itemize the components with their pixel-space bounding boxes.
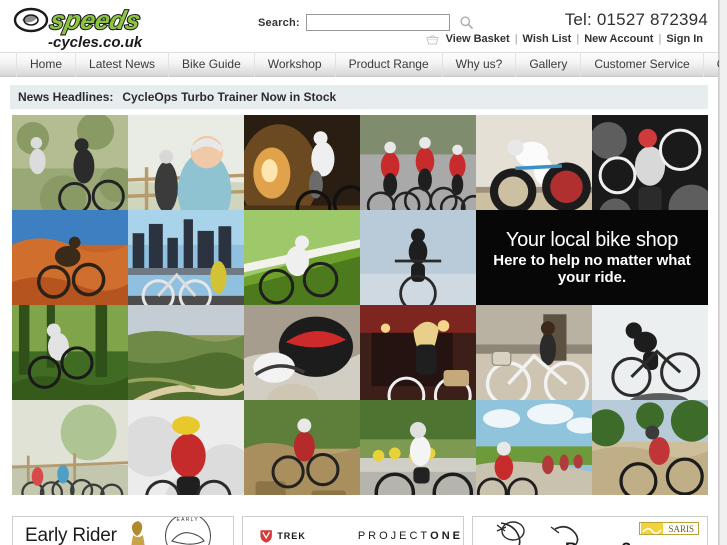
basket-icon <box>426 34 439 45</box>
banner-line-3: your ride. <box>557 269 627 286</box>
nav-item-home[interactable]: Home <box>16 52 77 77</box>
desert-mtb-photo <box>12 210 128 305</box>
road-race-team-photo <box>360 115 476 210</box>
city-commuter-photo <box>128 210 244 305</box>
magnifier-icon <box>460 16 473 30</box>
mosaic-tile[interactable] <box>476 305 592 400</box>
nav-item-product-range[interactable]: Product Range <box>336 52 443 77</box>
link-view-basket[interactable]: View Basket <box>441 33 515 45</box>
roundel-horse-icon <box>170 532 205 545</box>
main-navigation: Home Latest News Bike Guide Workshop Pro… <box>0 52 727 77</box>
saris-logo: SARIS <box>639 522 699 535</box>
banner-line-1: Your local bike shop <box>505 229 679 251</box>
basket-icon-glyph <box>426 34 439 44</box>
nav-item-customer-service[interactable]: Customer Service <box>581 52 704 77</box>
project-one-wordmark: PROJECTONE <box>357 530 463 542</box>
roundel-top-text: EARLY <box>176 517 200 523</box>
nav-item-gallery[interactable]: Gallery <box>516 52 582 77</box>
mosaic-tile[interactable] <box>128 400 244 495</box>
misty-lane-group-photo <box>12 400 128 495</box>
nav-item-bike-guide[interactable]: Bike Guide <box>169 52 255 77</box>
mosaic-tile[interactable] <box>128 210 244 305</box>
tunnel-rider-photo <box>244 115 360 210</box>
early-rider-roundel: EARLY RIDER <box>164 517 211 545</box>
news-headline-bar: News Headlines: CycleOps Turbo Trainer N… <box>10 85 708 109</box>
bike-rack-illustration-icon <box>496 521 525 545</box>
step-through-bike-photo <box>476 305 592 400</box>
link-sign-in[interactable]: Sign In <box>661 33 708 45</box>
green-hillside-road-photo <box>128 305 244 400</box>
brand-logo-strip: Early Rider EARLY RIDER <box>12 516 708 545</box>
nav-item-why-us[interactable]: Why us? <box>443 52 517 77</box>
search-input[interactable] <box>305 14 450 31</box>
mosaic-tile[interactable] <box>360 305 476 400</box>
mosaic-tile[interactable] <box>360 210 476 305</box>
site-logo[interactable]: speeds -cycles.co.uk <box>12 4 172 52</box>
cafe-woman-bike-photo <box>360 305 476 400</box>
mosaic-tile[interactable] <box>476 115 592 210</box>
rocking-horse-icon <box>131 521 145 545</box>
helmet-closeup-photo <box>244 305 360 400</box>
saris-wordmark: SARIS <box>668 523 694 534</box>
mosaic-tile[interactable] <box>128 115 244 210</box>
family-cyclists-photo <box>128 115 244 210</box>
search-area: Search: <box>258 14 474 31</box>
mosaic-tile[interactable] <box>244 400 360 495</box>
link-wish-list[interactable]: Wish List <box>518 33 577 45</box>
saris-product-label: Bones 3 <box>565 539 631 545</box>
mosaic-tile[interactable] <box>244 115 360 210</box>
mosaic-tile[interactable] <box>12 400 128 495</box>
mosaic-tile[interactable] <box>476 400 592 495</box>
page-root: speeds -cycles.co.uk Search: Tel: 01527 … <box>0 0 727 545</box>
brand-trek-project-one[interactable]: TREK PROJECTONE <box>242 516 464 545</box>
rocky-trail-mtb-photo <box>244 400 360 495</box>
banner-line-2: Here to help no matter what <box>493 252 691 269</box>
saris-swatch-icon <box>641 523 664 535</box>
mosaic-tile[interactable] <box>360 115 476 210</box>
page-frame: speeds -cycles.co.uk Search: Tel: 01527 … <box>0 0 727 545</box>
mosaic-tile[interactable] <box>360 400 476 495</box>
nav-item-latest-news[interactable]: Latest News <box>76 52 170 77</box>
brand-early-rider[interactable]: Early Rider EARLY RIDER <box>12 516 234 545</box>
aero-triathlete-white-photo <box>592 305 708 400</box>
search-icon[interactable] <box>459 15 474 30</box>
logo-graphic: speeds -cycles.co.uk <box>13 4 144 51</box>
mosaic-tile[interactable] <box>12 210 128 305</box>
early-rider-label: Early Rider <box>25 525 117 545</box>
svg-text:-cycles.co.uk: -cycles.co.uk <box>48 34 143 51</box>
svg-text:speeds: speeds <box>47 5 143 35</box>
mosaic-tile[interactable] <box>12 115 128 210</box>
news-label: News Headlines: <box>18 90 114 104</box>
trek-wordmark: TREK <box>277 531 306 541</box>
search-label: Search: <box>258 16 300 29</box>
news-headline-link[interactable]: CycleOps Turbo Trainer Now in Stock <box>122 90 336 104</box>
brand-saris-bones[interactable]: Bones 3 SARIS <box>472 516 708 545</box>
aero-tt-sky-photo <box>360 210 476 305</box>
mosaic-tile[interactable] <box>592 400 708 495</box>
trek-shield-icon <box>260 529 272 543</box>
mosaic-tile[interactable] <box>244 305 360 400</box>
mosaic-tile[interactable] <box>128 305 244 400</box>
photo-mosaic: Your local bike shop Here to help no mat… <box>12 115 708 495</box>
nav-item-workshop[interactable]: Workshop <box>255 52 336 77</box>
telephone-number: Tel: 01527 872394 <box>564 10 708 29</box>
mtb-scrub-photo <box>12 115 128 210</box>
mosaic-tile[interactable] <box>244 210 360 305</box>
gravel-hill-mtb-photo <box>592 400 708 495</box>
forest-drop-photo <box>12 305 128 400</box>
account-links: View Basket | Wish List | New Account | … <box>426 33 708 45</box>
red-jersey-dust-photo <box>128 400 244 495</box>
site-header: speeds -cycles.co.uk Search: Tel: 01527 … <box>0 0 718 52</box>
link-new-account[interactable]: New Account <box>579 33 658 45</box>
sunny-group-ride-photo <box>476 400 592 495</box>
mosaic-tile[interactable] <box>592 115 708 210</box>
flower-beds-rider-photo <box>360 400 476 495</box>
page-scrollbar[interactable] <box>719 0 727 545</box>
mosaic-tile[interactable] <box>592 305 708 400</box>
cyclocross-mud-photo <box>592 115 708 210</box>
promo-banner[interactable]: Your local bike shop Here to help no mat… <box>476 210 708 305</box>
grass-speed-mtb-photo <box>244 210 360 305</box>
mosaic-tile[interactable] <box>12 305 128 400</box>
time-trial-rider-photo <box>476 115 592 210</box>
